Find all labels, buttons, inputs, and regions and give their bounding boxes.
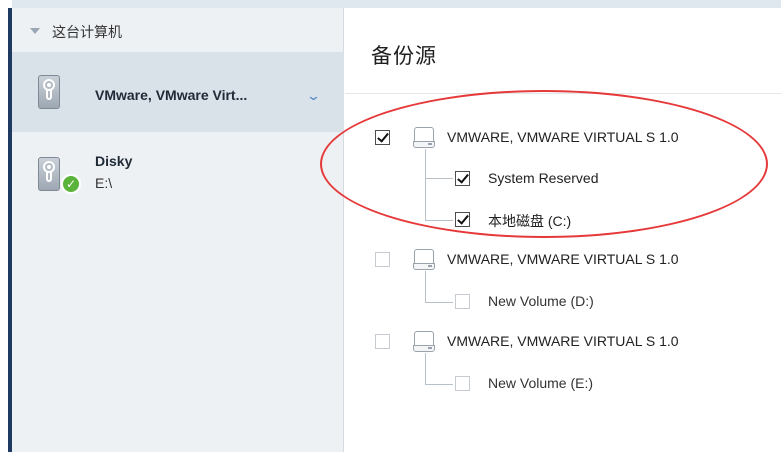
hard-drive-icon [38,75,60,109]
hard-drive-icon [38,157,60,191]
volume-row[interactable]: New Volume (D:) [455,291,755,315]
annotation-ellipse [320,90,768,238]
disk-row[interactable]: VMWARE, VMWARE VIRTUAL S 1.0 [375,330,775,354]
left-edge [0,0,12,452]
page-title: 备份源 [371,44,437,68]
disk-icon [413,331,437,353]
top-border [0,0,781,8]
volume-label: New Volume (D:) [488,293,594,309]
tree-line [425,302,453,303]
collapse-triangle-icon[interactable] [30,28,40,34]
sidebar: 这台计算机 VMware, VMware Virt... ⌄ ✓ Disky E… [12,8,344,452]
tree-line [425,271,426,302]
disk-checkbox[interactable] [375,252,390,267]
disk-checkbox[interactable] [375,334,390,349]
sidebar-item-title: VMware, VMware Virt... [95,87,248,103]
sidebar-item-vmware-disk[interactable]: VMware, VMware Virt... ⌄ [12,52,344,132]
volume-checkbox[interactable] [455,376,470,391]
disk-label: VMWARE, VMWARE VIRTUAL S 1.0 [447,251,679,267]
volume-row[interactable]: New Volume (E:) [455,373,755,397]
tree-line [425,353,426,384]
sidebar-item-title: Disky [95,153,133,169]
disk-label: VMWARE, VMWARE VIRTUAL S 1.0 [447,333,679,349]
chevron-down-icon[interactable]: ⌄ [306,88,321,104]
tree-line [425,384,453,385]
sidebar-item-disky[interactable]: ✓ Disky E:\ [12,144,344,216]
sidebar-header[interactable]: 这台计算机 [12,8,344,52]
disk-row[interactable]: VMWARE, VMWARE VIRTUAL S 1.0 [375,248,775,272]
disk-icon [413,249,437,271]
volume-label: New Volume (E:) [488,375,594,391]
sidebar-item-subtitle: E:\ [95,175,113,191]
sidebar-header-label: 这台计算机 [52,25,122,41]
check-icon: ✓ [61,174,81,194]
volume-checkbox[interactable] [455,294,470,309]
